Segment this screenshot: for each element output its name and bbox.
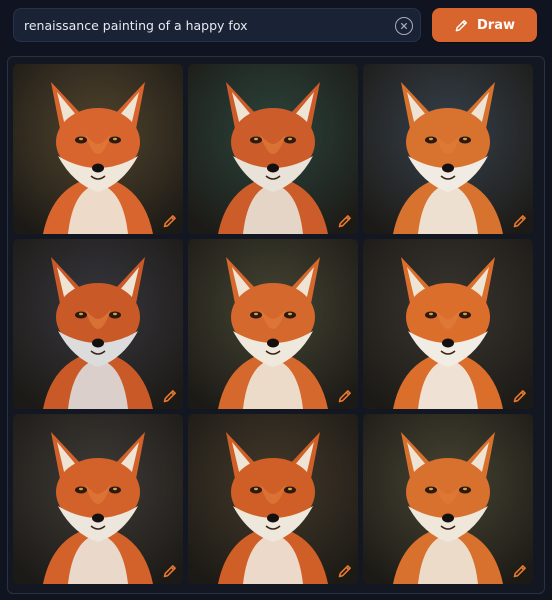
result-image-tile[interactable]	[363, 64, 533, 234]
result-image-tile[interactable]	[363, 239, 533, 409]
result-image-tile[interactable]	[188, 239, 358, 409]
pencil-icon[interactable]	[162, 213, 178, 229]
fox-painting-image	[188, 64, 358, 234]
pencil-icon[interactable]	[512, 563, 528, 579]
result-image-tile[interactable]	[188, 64, 358, 234]
prompt-text[interactable]: renaissance painting of a happy fox	[24, 18, 248, 33]
result-image-tile[interactable]	[188, 414, 358, 584]
result-image-tile[interactable]	[363, 414, 533, 584]
result-image-tile[interactable]	[13, 239, 183, 409]
image-generator-app: renaissance painting of a happy fox Draw	[0, 0, 552, 600]
pencil-icon[interactable]	[337, 213, 353, 229]
draw-button-label: Draw	[477, 17, 515, 33]
pencil-icon[interactable]	[162, 563, 178, 579]
toolbar: renaissance painting of a happy fox Draw	[13, 8, 537, 44]
result-image-tile[interactable]	[13, 64, 183, 234]
results-grid	[13, 64, 538, 589]
pencil-icon[interactable]	[337, 388, 353, 404]
fox-painting-image	[363, 414, 533, 584]
pencil-icon[interactable]	[337, 563, 353, 579]
circle-x-icon[interactable]	[395, 17, 413, 35]
result-image-tile[interactable]	[13, 414, 183, 584]
pencil-icon	[455, 19, 467, 31]
pencil-icon[interactable]	[512, 213, 528, 229]
fox-painting-image	[13, 414, 183, 584]
pencil-icon[interactable]	[162, 388, 178, 404]
fox-painting-image	[363, 64, 533, 234]
fox-painting-image	[363, 239, 533, 409]
fox-painting-image	[13, 64, 183, 234]
fox-painting-image	[188, 239, 358, 409]
fox-painting-image	[188, 414, 358, 584]
prompt-input[interactable]: renaissance painting of a happy fox	[13, 8, 421, 42]
draw-button[interactable]: Draw	[432, 8, 537, 42]
pencil-icon[interactable]	[512, 388, 528, 404]
fox-painting-image	[13, 239, 183, 409]
